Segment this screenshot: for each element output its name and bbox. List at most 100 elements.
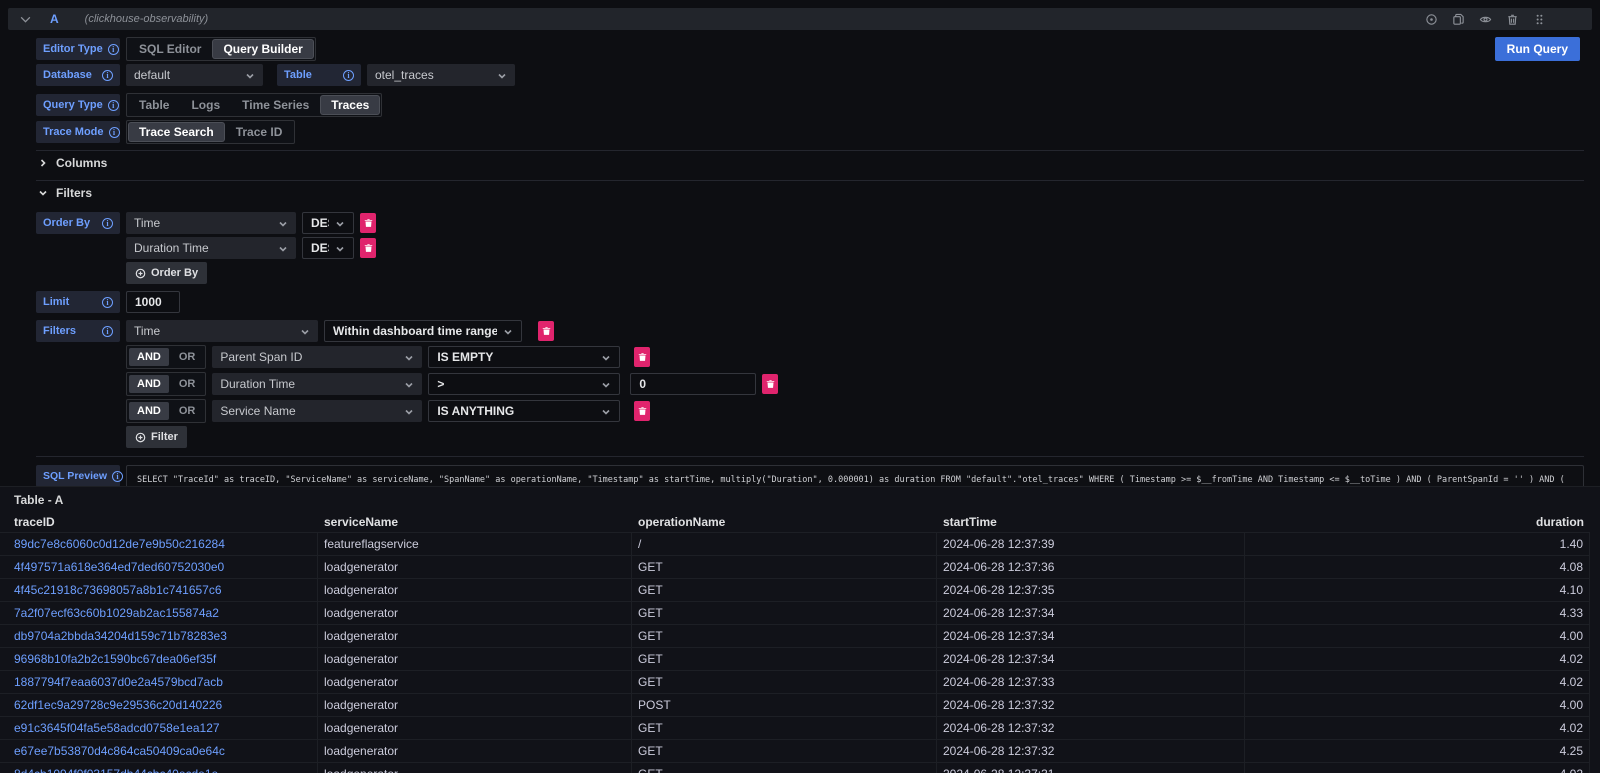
- info-icon[interactable]: i: [343, 70, 354, 81]
- database-select[interactable]: default: [126, 64, 263, 86]
- operation-name-cell: GET: [632, 671, 937, 693]
- drag-handle-icon[interactable]: [1532, 12, 1546, 26]
- record-icon[interactable]: [1424, 12, 1438, 26]
- filter-operator-select[interactable]: Within dashboard time range: [324, 320, 522, 342]
- and-option[interactable]: AND: [129, 375, 169, 393]
- trash-icon: [638, 352, 647, 362]
- circle-plus-icon: [135, 268, 146, 279]
- column-header-servicename[interactable]: serviceName: [318, 515, 632, 529]
- remove-order-by-button[interactable]: [360, 238, 376, 258]
- query-type-table[interactable]: Table: [129, 96, 179, 114]
- start-time-cell: 2024-06-28 12:37:34: [937, 602, 1245, 624]
- operation-name-cell: POST: [632, 694, 937, 716]
- add-filter-button[interactable]: Filter: [126, 426, 187, 448]
- editor-type-sql-editor[interactable]: SQL Editor: [129, 40, 211, 58]
- or-option[interactable]: OR: [171, 348, 204, 366]
- columns-section-header[interactable]: Columns: [36, 150, 1584, 174]
- operation-name-cell: GET: [632, 717, 937, 739]
- info-icon[interactable]: i: [108, 44, 119, 55]
- column-header-starttime[interactable]: startTime: [937, 515, 1245, 529]
- filter-operator-select[interactable]: IS EMPTY: [428, 346, 620, 368]
- or-option[interactable]: OR: [171, 402, 204, 420]
- limit-input[interactable]: [126, 291, 180, 313]
- remove-filter-button[interactable]: [762, 374, 778, 394]
- trace-id-link[interactable]: 4f45c21918c73698057a8b1c741657c6: [14, 583, 222, 597]
- column-header-operationname[interactable]: operationName: [632, 515, 937, 529]
- query-row-header[interactable]: A (clickhouse-observability): [8, 8, 1592, 30]
- trace-id-link[interactable]: 8d4cb1094f0f03157db44cbc40ecde1e: [14, 767, 218, 773]
- column-header-traceid[interactable]: traceID: [0, 515, 318, 529]
- trace-id-link[interactable]: 62df1ec9a29728c9e29536c20d140226: [14, 698, 222, 712]
- remove-filter-button[interactable]: [634, 347, 650, 367]
- trace-id-link[interactable]: db9704a2bbda34204d159c71b78283e3: [14, 629, 227, 643]
- remove-filter-button[interactable]: [538, 321, 554, 341]
- filter-field-select[interactable]: Parent Span ID: [212, 346, 422, 368]
- info-icon[interactable]: i: [102, 297, 113, 308]
- trace-id-link[interactable]: e91c3645f04fa5e58adcd0758e1ea127: [14, 721, 220, 735]
- bool-operator-toggle: AND OR: [126, 399, 206, 423]
- order-by-field-select[interactable]: Time: [126, 212, 296, 234]
- order-by-direction-select[interactable]: DESC: [302, 212, 354, 234]
- trash-icon[interactable]: [1505, 12, 1519, 26]
- table-row: 4f45c21918c73698057a8b1c741657c6 loadgen…: [0, 579, 1590, 602]
- query-ref-id: A: [50, 12, 59, 26]
- trace-mode-trace-search[interactable]: Trace Search: [129, 123, 224, 141]
- column-header-duration[interactable]: duration: [1245, 515, 1590, 529]
- eye-icon[interactable]: [1478, 12, 1492, 26]
- info-icon[interactable]: i: [108, 100, 119, 111]
- query-type-traces[interactable]: Traces: [321, 96, 379, 114]
- start-time-cell: 2024-06-28 12:37:34: [937, 648, 1245, 670]
- service-name-cell: loadgenerator: [318, 740, 632, 762]
- info-icon[interactable]: i: [109, 127, 120, 138]
- info-icon[interactable]: i: [102, 218, 113, 229]
- trace-id-link[interactable]: e67ee7b53870d4c864ca50409ca0e64c: [14, 744, 225, 758]
- query-editor-body: Editor Type i SQL Editor Query Builder R…: [8, 30, 1592, 511]
- chevron-down-icon: [601, 379, 611, 389]
- circle-plus-icon: [135, 432, 146, 443]
- table-row: 1887794f7eaa6037d0e2a4579bcd7acb loadgen…: [0, 671, 1590, 694]
- info-icon[interactable]: i: [102, 326, 113, 337]
- info-icon[interactable]: i: [102, 70, 113, 81]
- trace-mode-toggle: Trace Search Trace ID: [126, 120, 295, 144]
- and-option[interactable]: AND: [129, 348, 169, 366]
- limit-label: Limit i: [36, 291, 120, 313]
- chevron-down-icon: [300, 326, 310, 336]
- duplicate-icon[interactable]: [1451, 12, 1465, 26]
- trace-id-link[interactable]: 1887794f7eaa6037d0e2a4579bcd7acb: [14, 675, 223, 689]
- filter-field-select[interactable]: Time: [126, 320, 318, 342]
- remove-filter-button[interactable]: [634, 401, 650, 421]
- collapse-chevron-icon[interactable]: [18, 12, 32, 26]
- filter-value-input[interactable]: [630, 373, 756, 395]
- trace-id-link[interactable]: 89dc7e8c6060c0d12de7e9b50c216284: [14, 537, 225, 551]
- info-icon[interactable]: i: [112, 471, 123, 482]
- query-type-toggle: Table Logs Time Series Traces: [126, 93, 382, 117]
- filter-field-select[interactable]: Duration Time: [212, 373, 422, 395]
- remove-order-by-button[interactable]: [360, 213, 376, 233]
- query-type-time-series[interactable]: Time Series: [232, 96, 319, 114]
- duration-cell: 4.25: [1245, 740, 1590, 762]
- trace-id-link[interactable]: 4f497571a618e364ed7ded60752030e0: [14, 560, 224, 574]
- trace-mode-trace-id[interactable]: Trace ID: [226, 123, 293, 141]
- table-row-partial: 8d4cb1094f0f03157db44cbc40ecde1e loadgen…: [0, 763, 1590, 773]
- query-type-logs[interactable]: Logs: [181, 96, 230, 114]
- and-option[interactable]: AND: [129, 402, 169, 420]
- order-by-direction-select[interactable]: DESC: [302, 237, 354, 259]
- filter-operator-select[interactable]: >: [428, 373, 620, 395]
- order-by-label: Order By i: [36, 212, 120, 234]
- filter-field-select[interactable]: Service Name: [212, 400, 422, 422]
- operation-name-cell: GET: [632, 740, 937, 762]
- filters-section-header[interactable]: Filters: [36, 180, 1584, 204]
- order-by-field-select[interactable]: Duration Time: [126, 237, 296, 259]
- query-editor: A (clickhouse-observability): [8, 8, 1592, 547]
- query-row-actions: [1424, 12, 1546, 26]
- run-query-button[interactable]: Run Query: [1495, 37, 1580, 61]
- editor-type-query-builder[interactable]: Query Builder: [213, 40, 312, 58]
- add-order-by-button[interactable]: Order By: [126, 262, 207, 284]
- filter-operator-select[interactable]: IS ANYTHING: [428, 400, 620, 422]
- or-option[interactable]: OR: [171, 375, 204, 393]
- trace-id-link[interactable]: 96968b10fa2b2c1590bc67dea06ef35f: [14, 652, 216, 666]
- table-select[interactable]: otel_traces: [367, 64, 515, 86]
- service-name-cell: loadgenerator: [318, 763, 632, 773]
- trash-icon: [766, 379, 775, 389]
- trace-id-link[interactable]: 7a2f07ecf63c60b1029ab2ac155874a2: [14, 606, 219, 620]
